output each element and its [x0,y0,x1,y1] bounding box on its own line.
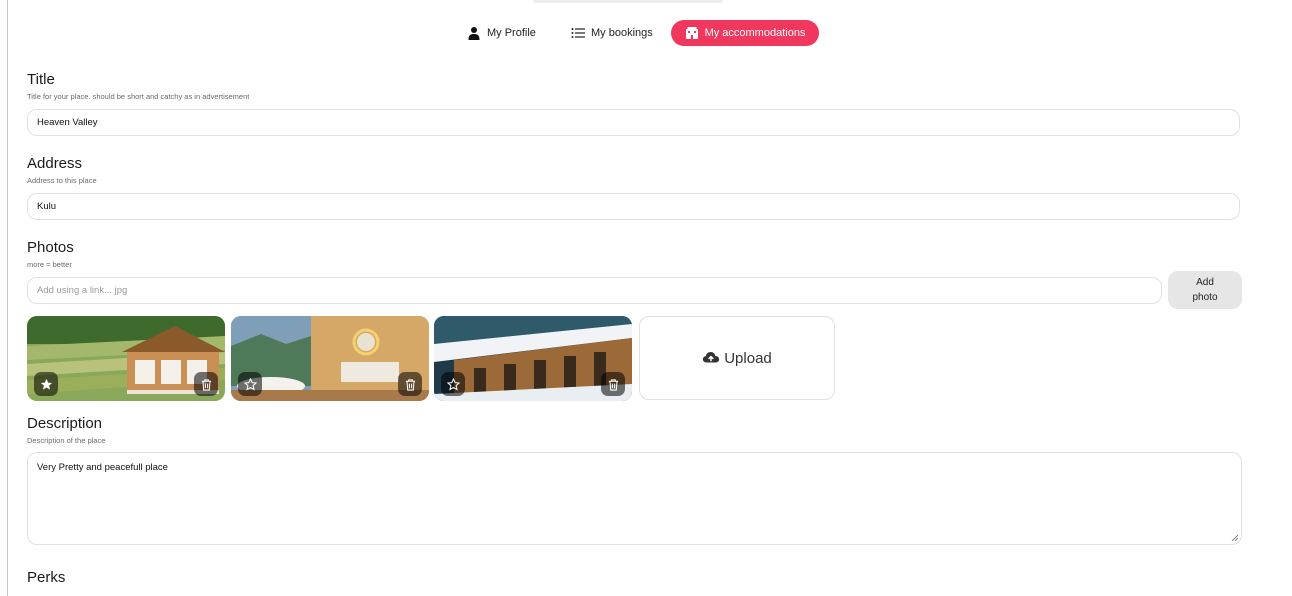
photo-thumbnail-snow-cabin[interactable] [434,316,632,401]
trash-icon [201,378,211,391]
trash-icon [608,378,618,391]
upload-label: Upload [724,349,772,367]
description-heading: Description [27,415,103,432]
photos-heading: Photos [27,239,74,256]
nav-my-profile-label: My Profile [487,27,536,39]
list-icon [571,26,585,40]
photos-hint: more = better [27,260,72,269]
nav-my-accommodations[interactable]: My accommodations [671,20,819,46]
add-photo-label-line2: photo [1192,292,1218,303]
star-outline-icon [446,377,460,391]
perks-heading: Perks [27,569,66,586]
title-heading: Title [27,71,55,88]
upload-photo-button[interactable]: Upload [639,316,835,400]
nav-my-bookings-label: My bookings [591,27,653,39]
description-text: Very Pretty and peacefull place [37,462,168,473]
description-hint: Description of the place [27,436,106,445]
app-frame: My Profile My bookings My accommodations… [7,0,1292,596]
nav-my-profile[interactable]: My Profile [467,20,536,46]
building-icon [685,26,699,40]
star-filled-icon [40,378,52,390]
user-icon [467,26,481,40]
title-hint: Title for your place. should be short an… [27,92,250,101]
trash-icon [405,378,415,391]
delete-photo-button[interactable] [398,372,422,396]
photo-thumbnail-bathroom[interactable] [231,316,429,401]
top-edge-bar [533,0,723,3]
set-main-photo-button[interactable] [238,372,262,396]
set-main-photo-button[interactable] [34,372,58,396]
account-nav: My Profile My bookings My accommodations [8,20,1292,48]
address-heading: Address [27,155,83,172]
title-input[interactable]: Heaven Valley [27,109,1240,136]
star-outline-icon [243,377,257,391]
delete-photo-button[interactable] [601,372,625,396]
photo-thumbnail-chalet[interactable] [27,316,225,401]
delete-photo-button[interactable] [194,372,218,396]
add-photo-label-line1: Add [1196,276,1214,288]
add-photo-button[interactable]: Add photo [1168,271,1242,309]
resize-grip-icon[interactable] [1231,534,1238,541]
address-hint: Address to this place [27,176,97,185]
set-main-photo-button[interactable] [441,372,465,396]
cloud-upload-icon [703,352,720,363]
address-input[interactable]: Kulu [27,193,1240,220]
nav-my-bookings[interactable]: My bookings [571,20,653,46]
photo-link-input[interactable]: Add using a link... jpg [27,277,1162,304]
description-textarea[interactable]: Very Pretty and peacefull place [27,452,1242,545]
nav-my-accommodations-label: My accommodations [704,27,806,39]
